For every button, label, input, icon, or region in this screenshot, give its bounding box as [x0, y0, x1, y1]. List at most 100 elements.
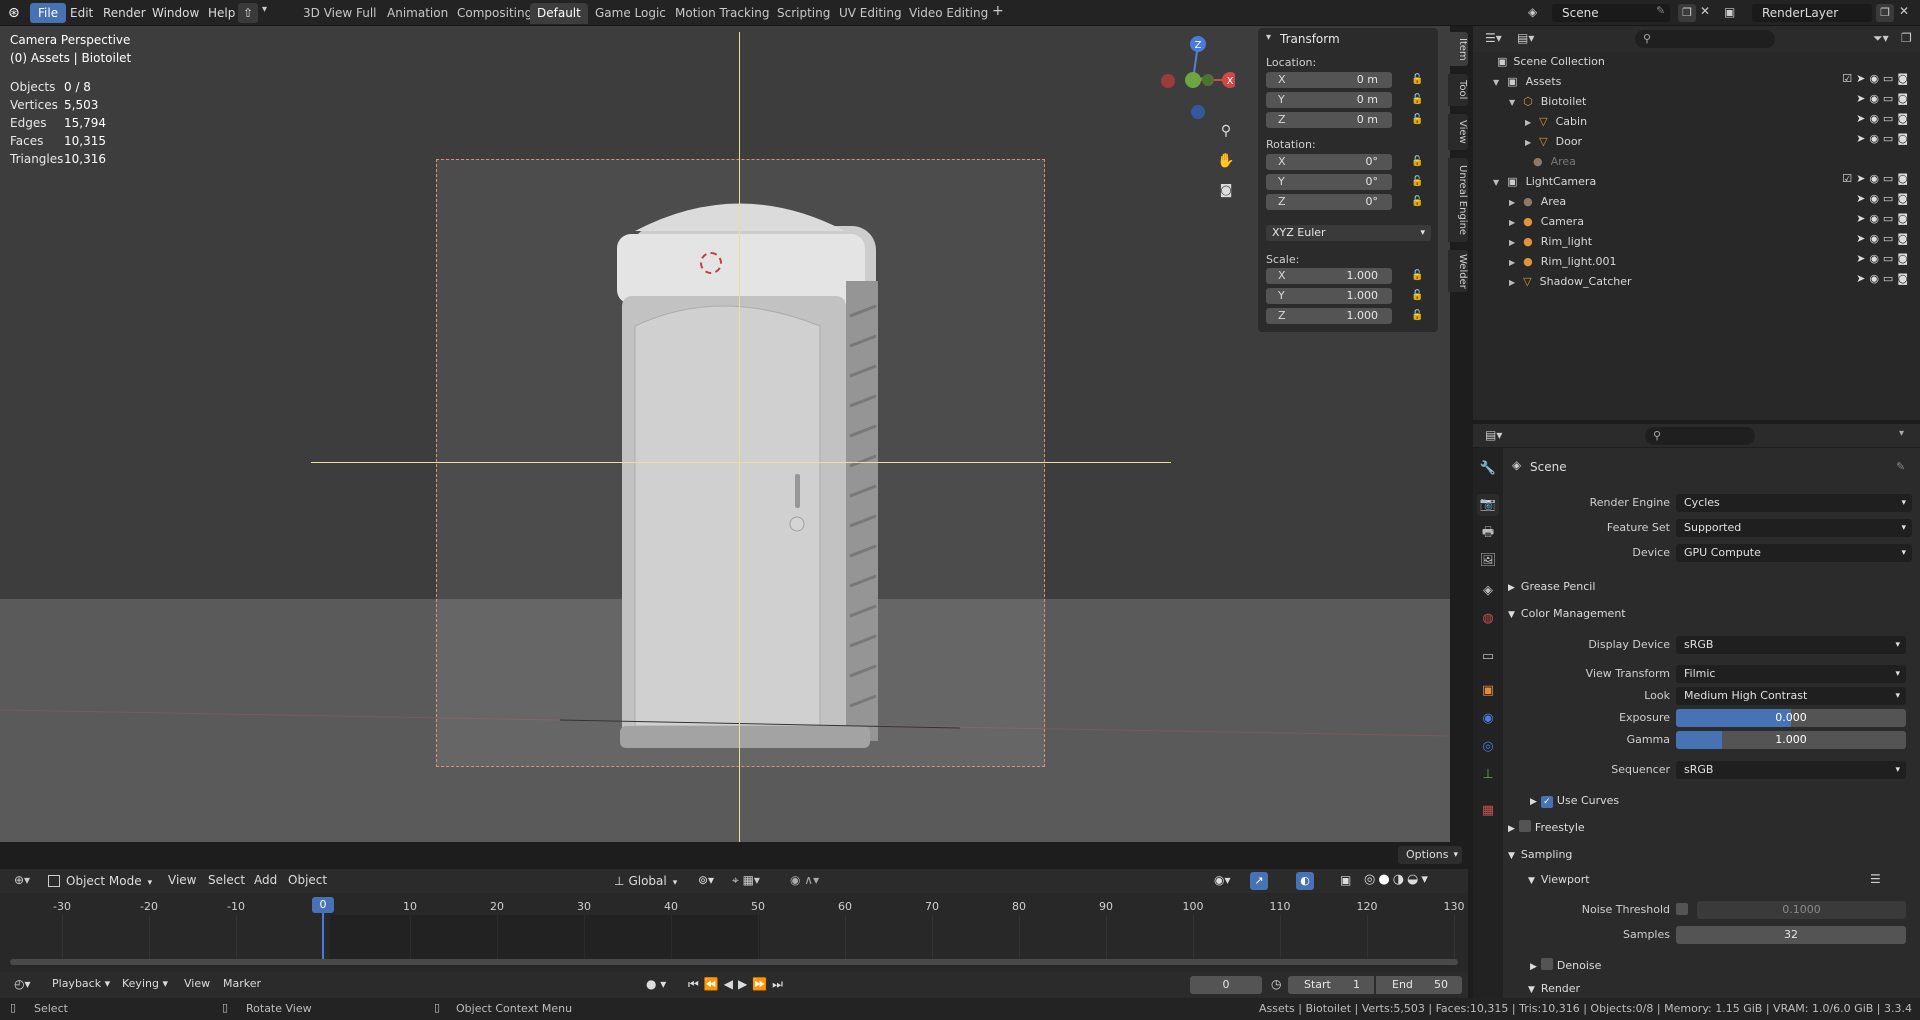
pan-hand-icon[interactable]: ✋	[1215, 150, 1237, 172]
display-mode-icon[interactable]: ▤▾	[1517, 31, 1534, 45]
viewport-subpanel[interactable]: ▼ Viewport	[1528, 869, 1590, 891]
tab-tool[interactable]: Tool	[1448, 74, 1468, 106]
tab-welder[interactable]: Welder	[1448, 250, 1468, 292]
scale-z-field[interactable]: Z 1.000	[1266, 308, 1392, 324]
solid-shading-icon[interactable]: ●	[1378, 872, 1392, 887]
menu-select[interactable]: Select	[208, 873, 245, 887]
row-visibility-toggles[interactable]: ➤◉▭◙	[1856, 252, 1912, 272]
workspace-tab-game-logic[interactable]: Game Logic	[588, 3, 673, 24]
chevron-right-icon[interactable]: ▶	[1509, 238, 1515, 247]
modifier-tab-icon[interactable]: ◉	[1477, 708, 1499, 730]
chevron-right-icon[interactable]: ▶	[1525, 138, 1531, 147]
sequencer-select[interactable]: sRGB ▾	[1676, 761, 1906, 779]
outliner-row[interactable]: ▼ ⬡ Biotoilet	[1509, 92, 1586, 112]
transform-collapse-icon[interactable]: ▾	[1266, 32, 1271, 43]
visibility-icon[interactable]: ◉▾	[1214, 873, 1231, 887]
zoom-icon[interactable]: ⚲	[1215, 120, 1237, 142]
denoise-panel[interactable]: ▶ Denoise	[1530, 955, 1601, 977]
render-tab-icon[interactable]: 📷	[1477, 494, 1499, 516]
samples-field[interactable]: 32	[1676, 926, 1906, 944]
overlay-toggle-icon[interactable]: ◐	[1296, 872, 1314, 890]
outliner-row[interactable]: ▼ ▣ Assets	[1493, 72, 1561, 92]
lock-icon[interactable]: 🔓	[1411, 290, 1425, 302]
timeline-scrollbar[interactable]	[10, 959, 1458, 965]
chevron-right-icon[interactable]: ▶	[1525, 118, 1531, 127]
outliner-row[interactable]: ▶ ● Area	[1509, 192, 1566, 212]
world-tab-icon[interactable]: ◍	[1477, 608, 1499, 630]
denoise-checkbox[interactable]	[1540, 958, 1553, 970]
proportional-edit-icon[interactable]: ◉ ∧▾	[790, 873, 819, 887]
chevron-right-icon[interactable]: ▶	[1509, 198, 1515, 207]
outliner-row[interactable]: ▼ ▣ LightCamera	[1493, 172, 1596, 192]
shading-modes[interactable]: ◎●◑◒▾	[1364, 872, 1454, 890]
camera-view-icon[interactable]: ◙	[1215, 180, 1237, 202]
workspace-tab-compositing[interactable]: Compositing	[450, 3, 539, 24]
location-x-field[interactable]: X 0 m	[1266, 72, 1392, 88]
orientation-select[interactable]: ⊥ Global ▾	[614, 872, 677, 892]
look-select[interactable]: Medium High Contrast ▾	[1676, 687, 1906, 705]
workspace-tab-uv-editing[interactable]: UV Editing	[832, 3, 909, 24]
scale-x-field[interactable]: X 1.000	[1266, 268, 1392, 284]
workspace-tab-3d-view-full[interactable]: 3D View Full	[296, 3, 384, 24]
xray-icon[interactable]: ▣	[1340, 873, 1351, 887]
keying-menu[interactable]: Keying ▾	[122, 977, 168, 990]
3d-viewport[interactable]: Camera Perspective (0) Assets | Biotoile…	[0, 26, 1450, 842]
timeline-view-menu[interactable]: View	[184, 977, 210, 990]
blender-logo-icon[interactable]: ⊛	[8, 4, 26, 22]
properties-search-input[interactable]: ⚲	[1645, 427, 1755, 445]
view-transform-select[interactable]: Filmic ▾	[1676, 665, 1906, 683]
row-visibility-toggles[interactable]: ➤◉▭◙	[1856, 92, 1912, 112]
presets-list-icon[interactable]: ☰	[1870, 872, 1881, 886]
new-renderlayer-icon[interactable]: ❐	[1876, 4, 1894, 22]
lock-icon[interactable]: 🔓	[1411, 310, 1425, 322]
lock-icon[interactable]: 🔓	[1411, 176, 1425, 188]
delete-renderlayer-icon[interactable]: ✕	[1899, 4, 1909, 18]
delete-scene-icon[interactable]: ✕	[1700, 4, 1710, 18]
chevron-down-icon[interactable]: ▼	[1493, 178, 1499, 187]
outliner-row[interactable]: ▶ ● Rim_light.001	[1509, 252, 1617, 272]
menu-object[interactable]: Object	[288, 873, 327, 887]
record-icon[interactable]: ● ▾	[646, 977, 666, 991]
chevron-down-icon[interactable]: ▼	[1493, 78, 1499, 87]
rotation-y-field[interactable]: Y 0°	[1266, 174, 1392, 190]
menu-add[interactable]: Add	[254, 873, 277, 887]
renderlayer-field[interactable]: RenderLayer	[1752, 4, 1872, 22]
clock-icon[interactable]: ◷	[1271, 977, 1281, 991]
current-frame-field[interactable]: 0	[1190, 976, 1262, 994]
rotation-z-field[interactable]: Z 0°	[1266, 194, 1392, 210]
location-y-field[interactable]: Y 0 m	[1266, 92, 1392, 108]
timeline[interactable]: -30 -20 -10 0 10 20 30 40 50 60 70 80 90 100 110 120 130…	[0, 893, 1468, 976]
row-visibility-toggles[interactable]: ➤◉▭◙	[1856, 112, 1912, 132]
scene-icon[interactable]: ◈	[1528, 5, 1537, 19]
feature-set-select[interactable]: Supported ▾	[1676, 519, 1912, 537]
menu-window[interactable]: Window	[144, 3, 207, 23]
use-curves-panel[interactable]: ▶ ✓ Use Curves	[1530, 790, 1619, 812]
tab-unreal-engine[interactable]: Unreal Engine	[1448, 158, 1468, 242]
options-dropdown[interactable]: Options ▾	[1398, 846, 1462, 864]
chevron-right-icon[interactable]: ▶	[1509, 218, 1515, 227]
snap-icon[interactable]: ⌖ ▦▾	[732, 873, 760, 888]
workspace-tab-default[interactable]: Default	[530, 3, 588, 24]
outliner-row[interactable]: ● Area	[1525, 152, 1576, 172]
new-collection-icon[interactable]: ❐	[1901, 31, 1912, 45]
outliner[interactable]: ☰▾ ▤▾ ⚲ ⏷▾ ❐ ▣ Scene Collection ▼ ▣ Assets ☑…	[1473, 26, 1920, 420]
location-z-field[interactable]: Z 0 m	[1266, 112, 1392, 128]
pin-icon[interactable]: ✎	[1896, 460, 1905, 473]
grease-pencil-panel[interactable]: ▶ Grease Pencil	[1508, 576, 1595, 598]
lock-icon[interactable]: 🔓	[1411, 270, 1425, 282]
display-device-select[interactable]: sRGB ▾	[1676, 636, 1906, 654]
scale-y-field[interactable]: Y 1.000	[1266, 288, 1392, 304]
outliner-row[interactable]: ▶ ● Camera	[1509, 212, 1584, 232]
scene-tab-icon[interactable]: ◈	[1477, 580, 1499, 602]
output-tab-icon[interactable]: 🖶	[1477, 522, 1499, 544]
freestyle-panel[interactable]: ▶ Freestyle	[1508, 817, 1585, 839]
tab-item[interactable]: Item	[1448, 32, 1468, 66]
add-workspace-icon[interactable]: +	[992, 3, 1004, 19]
noise-threshold-checkbox[interactable]	[1676, 903, 1688, 915]
new-scene-icon[interactable]: ❐	[1678, 4, 1696, 22]
freestyle-checkbox[interactable]	[1518, 820, 1531, 832]
row-visibility-toggles[interactable]: ➤◉▭◙	[1856, 272, 1912, 292]
gizmo-toggle-icon[interactable]: ↗	[1250, 872, 1268, 890]
outliner-row[interactable]: ▶ ▽ Cabin	[1525, 112, 1587, 132]
properties-editor-icon[interactable]: ▤▾	[1485, 428, 1502, 442]
